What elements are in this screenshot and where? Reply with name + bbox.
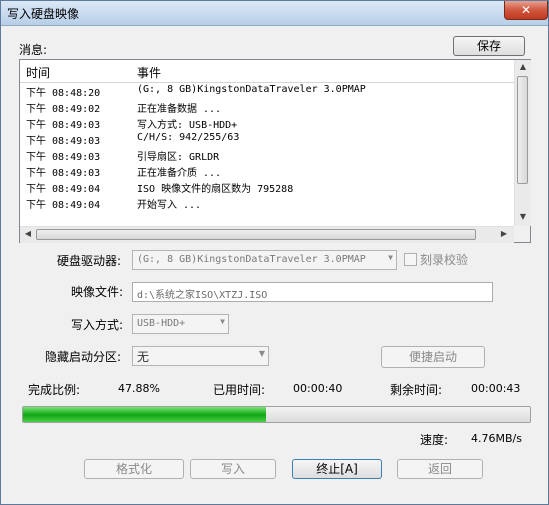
log-time: 下午 08:49:04 — [26, 200, 101, 211]
log-time: 下午 08:49:02 — [26, 104, 101, 115]
log-event: 写入方式: USB-HDD+ — [137, 120, 238, 131]
scroll-down-icon[interactable]: ▼ — [515, 212, 531, 221]
log-event: 正在准备数据 ... — [137, 104, 222, 115]
verify-label: 刻录校验 — [420, 253, 469, 267]
progress-bar — [22, 406, 531, 423]
log-time: 下午 08:49:03 — [26, 168, 101, 179]
elapsed-time-label: 已用时间: — [213, 383, 266, 397]
image-file-label: 映像文件: — [71, 285, 124, 299]
completion-ratio-value: 47.88% — [118, 382, 160, 395]
remaining-time-label: 剩余时间: — [390, 383, 443, 397]
scroll-up-icon[interactable]: ▲ — [515, 62, 531, 71]
log-event: 开始写入 ... — [137, 200, 202, 211]
dialog-content: 消息: 保存 时间 事件 下午 08:48:20 (G:, 8 GB)Kingst… — [7, 31, 542, 497]
log-list[interactable]: 时间 事件 下午 08:48:20 (G:, 8 GB)KingstonDataT… — [19, 59, 531, 243]
back-button[interactable]: 返回 — [397, 459, 483, 479]
speed-value: 4.76MB/s — [471, 432, 522, 445]
log-time: 下午 08:48:20 — [26, 88, 101, 99]
scrollbar-corner — [514, 226, 530, 242]
write-mode-value: USB-HDD+ — [137, 318, 186, 329]
chevron-down-icon: ▼ — [258, 349, 265, 358]
vertical-scrollbar[interactable]: ▲ ▼ — [514, 60, 531, 226]
vertical-scroll-thumb[interactable] — [517, 76, 528, 184]
messages-label: 消息: — [19, 43, 48, 57]
horizontal-scroll-thumb[interactable] — [36, 229, 476, 240]
log-event: C/H/S: 942/255/63 — [137, 132, 240, 143]
verify-checkbox[interactable] — [404, 253, 417, 266]
log-event: (G:, 8 GB)KingstonDataTraveler 3.0PMAP — [137, 84, 366, 95]
horizontal-scrollbar[interactable]: ◀ ▶ — [20, 226, 514, 243]
column-header-time[interactable]: 时间 — [26, 64, 50, 81]
write-mode-label: 写入方式: — [71, 318, 124, 332]
log-row: 下午 08:49:02 正在准备数据 ... — [20, 99, 514, 115]
save-button[interactable]: 保存 — [453, 36, 525, 56]
format-button[interactable]: 格式化 — [84, 459, 184, 479]
title-bar[interactable]: 写入硬盘映像 ✕ — [1, 1, 548, 26]
log-row: 下午 08:49:03 正在准备介质 ... — [20, 163, 514, 179]
log-time: 下午 08:49:03 — [26, 120, 101, 131]
drive-select[interactable]: (G:, 8 GB)KingstonDataTraveler 3.0PMAP ▼ — [132, 250, 397, 270]
log-row: 下午 08:49:03 写入方式: USB-HDD+ — [20, 115, 514, 131]
log-event: 引导扇区: GRLDR — [137, 152, 220, 163]
log-time: 下午 08:49:03 — [26, 152, 101, 163]
log-event: ISO 映像文件的扇区数为 795288 — [137, 184, 294, 195]
close-button[interactable]: ✕ — [504, 1, 548, 20]
log-row: 下午 08:48:20 (G:, 8 GB)KingstonDataTravele… — [20, 83, 514, 99]
scroll-right-icon[interactable]: ▶ — [496, 229, 512, 238]
log-time: 下午 08:49:04 — [26, 184, 101, 195]
scroll-left-icon[interactable]: ◀ — [20, 229, 36, 238]
write-mode-select[interactable]: USB-HDD+ ▼ — [132, 314, 229, 334]
hidden-partition-select[interactable]: 无 ▼ — [132, 346, 269, 366]
chevron-down-icon: ▼ — [388, 253, 393, 262]
hidden-partition-value: 无 — [137, 350, 150, 364]
stop-button[interactable]: 终止[A] — [292, 459, 382, 479]
remaining-time-value: 00:00:43 — [471, 382, 521, 395]
completion-ratio-label: 完成比例: — [28, 383, 81, 397]
dialog-window: 写入硬盘映像 ✕ 消息: 保存 时间 事件 下午 08:48:20 (G:, 8 … — [0, 0, 549, 505]
log-row: 下午 08:49:04 ISO 映像文件的扇区数为 795288 — [20, 179, 514, 195]
speed-label: 速度: — [420, 433, 449, 447]
drive-value: (G:, 8 GB)KingstonDataTraveler 3.0PMAP — [137, 254, 366, 265]
log-row: 下午 08:49:03 引导扇区: GRLDR — [20, 147, 514, 163]
log-row: 下午 08:49:04 开始写入 ... — [20, 195, 514, 211]
close-icon: ✕ — [520, 3, 532, 17]
image-file-value: d:\系统之家ISO\XTZJ.ISO — [137, 290, 268, 301]
log-row: 下午 08:49:03 C/H/S: 942/255/63 — [20, 131, 514, 147]
log-time: 下午 08:49:03 — [26, 136, 101, 147]
image-file-field[interactable]: d:\系统之家ISO\XTZJ.ISO — [132, 282, 493, 302]
chevron-down-icon: ▼ — [220, 317, 225, 326]
quick-boot-button[interactable]: 便捷启动 — [381, 346, 485, 368]
drive-label: 硬盘驱动器: — [57, 254, 122, 268]
log-event: 正在准备介质 ... — [137, 168, 222, 179]
hidden-partition-label: 隐藏启动分区: — [45, 350, 122, 364]
progress-fill — [23, 407, 266, 422]
column-header-event[interactable]: 事件 — [137, 64, 161, 81]
log-list-header: 时间 事件 — [20, 60, 514, 83]
window-title: 写入硬盘映像 — [7, 7, 80, 21]
elapsed-time-value: 00:00:40 — [293, 382, 343, 395]
write-button[interactable]: 写入 — [190, 459, 276, 479]
